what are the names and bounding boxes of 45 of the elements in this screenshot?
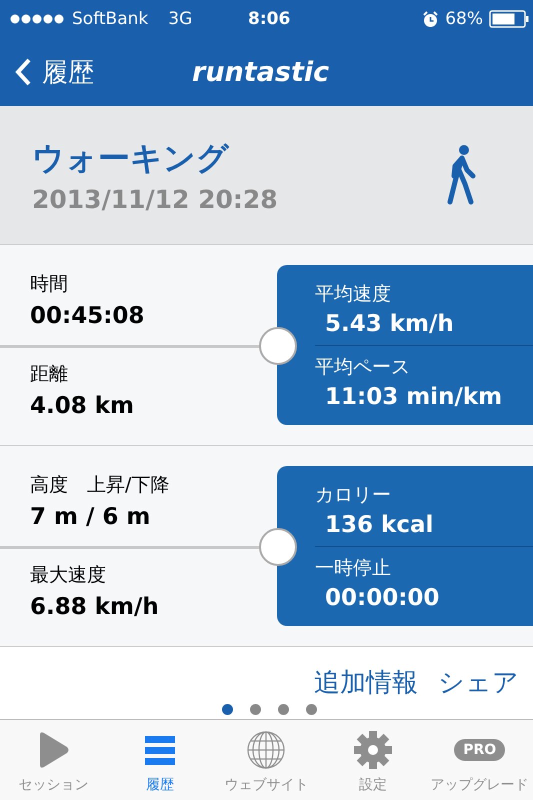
globe-icon [246, 730, 286, 770]
carrier-name: SoftBank [72, 9, 148, 29]
stat-label: 最大速度 [30, 563, 107, 588]
pro-badge: PRO [454, 739, 506, 761]
stat-value: 11:03 min/km [324, 384, 504, 410]
battery-percent: 68% [445, 9, 483, 29]
menu-icon [144, 734, 175, 766]
stat-label: 高度 上昇/下降 [30, 473, 170, 498]
back-chevron-icon [14, 57, 32, 87]
tab-item[interactable]: 設定 [320, 720, 426, 800]
tab-item[interactable]: PRO アップグレード [426, 720, 533, 800]
settings-icon [354, 731, 392, 769]
stat-value: 4.08 km [30, 393, 136, 419]
page-dot[interactable] [278, 704, 289, 715]
stat-label: 時間 [30, 272, 69, 297]
stat-value: 00:00:00 [324, 584, 440, 610]
stat-value: 5.43 km/h [324, 310, 455, 336]
knob-icon [259, 528, 297, 566]
knob-icon [259, 327, 297, 365]
stat-label: 距離 [30, 362, 69, 387]
action-link[interactable]: 追加情報 [314, 665, 418, 700]
tab-item[interactable]: 履歴 [106, 720, 214, 800]
stat-label: 平均速度 [315, 282, 392, 306]
activity-date: 2013/11/12 20:28 [32, 184, 278, 214]
alarm-icon [422, 10, 440, 28]
stat-value: 00:45:08 [30, 303, 146, 329]
stat-label: 平均ペース [315, 354, 411, 380]
clock-time: 8:06 [248, 9, 290, 29]
battery-icon [489, 10, 529, 28]
back-button[interactable]: 履歴 [0, 54, 94, 90]
app-logo: runtastic [192, 56, 330, 88]
page-dot[interactable] [222, 704, 233, 715]
network-type: 3G [168, 9, 192, 29]
stat-value: 136 kcal [324, 512, 434, 538]
signal-icon [10, 14, 66, 24]
stat-value: 7 m / 6 m [30, 504, 152, 530]
stat-label: 一時停止 [315, 556, 392, 580]
action-link[interactable]: シェア [438, 665, 519, 700]
stat-value: 6.88 km/h [30, 594, 160, 620]
page-dot[interactable] [306, 704, 317, 715]
tab-item[interactable]: セッション [0, 720, 107, 800]
activity-title: ウォーキング [32, 138, 230, 178]
page-dot[interactable] [250, 704, 261, 715]
tab-item[interactable]: ウェブサイト [213, 720, 320, 800]
stat-label: カロリー [315, 482, 392, 508]
